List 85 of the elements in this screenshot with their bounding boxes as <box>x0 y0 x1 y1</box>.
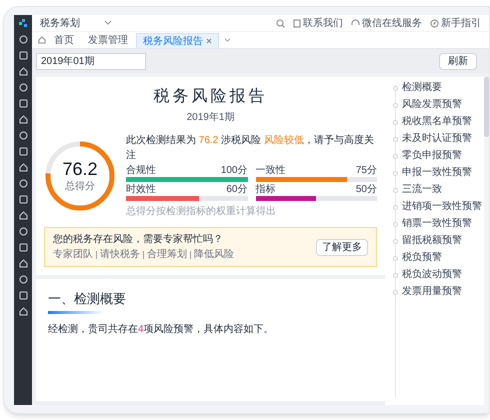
bullet-icon <box>393 154 398 158</box>
heading-underline <box>48 310 104 314</box>
circle-icon[interactable] <box>18 83 28 92</box>
banner-question: 您的税务存在风险，需要专家帮忙吗？ <box>53 232 224 247</box>
square-icon[interactable] <box>18 243 28 252</box>
outline-item[interactable]: 进销项一致性预警 <box>402 200 482 214</box>
tab[interactable]: 税务风险报告 <box>136 33 219 48</box>
chevron-down-icon[interactable] <box>224 38 231 43</box>
square-icon[interactable] <box>18 195 28 204</box>
bullet-icon <box>393 120 398 124</box>
outline-item[interactable]: 发票用量预警 <box>402 285 462 299</box>
bullet-icon <box>393 222 398 226</box>
circle-icon[interactable] <box>18 275 28 284</box>
square-icon[interactable] <box>18 99 28 108</box>
banner-tag: 降低风险 <box>194 247 234 262</box>
bullet-icon <box>393 256 398 260</box>
metric-score: 100分 <box>220 165 248 177</box>
circle-icon[interactable] <box>18 131 28 140</box>
square-icon[interactable] <box>18 51 28 60</box>
house-icon[interactable] <box>18 211 28 220</box>
metric-score: 50分 <box>356 184 377 196</box>
bullet-icon <box>393 238 398 244</box>
bullet-icon <box>393 86 398 90</box>
document-icon <box>293 18 301 28</box>
outline-item[interactable]: 检测概要 <box>402 81 442 95</box>
bullet-icon <box>393 170 398 176</box>
score-note: 总得分按检测指标的权重计算得出 <box>126 204 277 219</box>
refresh-button[interactable]: 刷新 <box>439 52 477 70</box>
outline-item[interactable]: 申报一致性预警 <box>402 166 472 180</box>
outline-item[interactable]: 未及时认证预警 <box>402 132 472 146</box>
outline-item[interactable]: 风险发票预警 <box>402 98 462 112</box>
house-icon[interactable] <box>18 163 28 172</box>
summary-text: 此次检测结果为 76.2 涉税风险 风险较低，请予与高度关注 <box>126 134 375 163</box>
report-period: 2019年1期 <box>186 110 234 125</box>
outline-item[interactable]: 销票一致性预警 <box>402 217 472 231</box>
logo-icon <box>18 19 28 28</box>
metric-name: 合规性 <box>126 165 156 177</box>
metric-name: 指标 <box>256 184 276 196</box>
outline-item[interactable]: 三流一致 <box>402 183 442 197</box>
metric-score: 75分 <box>356 165 377 177</box>
circle-icon[interactable] <box>18 35 28 44</box>
house-icon[interactable] <box>18 67 28 76</box>
bullet-icon <box>393 290 398 294</box>
banner-tag: 专家团队 <box>53 247 93 262</box>
bullet-icon <box>393 204 398 210</box>
bullet-icon <box>393 188 398 192</box>
chevron-down-icon[interactable] <box>104 20 112 26</box>
bullet-icon <box>393 102 398 108</box>
score-label: 总得分 <box>65 180 95 194</box>
header-link[interactable]: 新手指引 <box>441 16 481 30</box>
house-icon[interactable] <box>18 115 28 124</box>
outline-item[interactable]: 零负申报预警 <box>402 149 462 163</box>
metric-score: 60分 <box>226 184 248 196</box>
header-link[interactable]: 联系我们 <box>303 16 343 30</box>
outline-item[interactable]: 税负预警 <box>402 251 442 265</box>
score-value: 76.2 <box>62 158 98 178</box>
search-icon[interactable] <box>276 18 285 28</box>
compass-icon <box>430 18 439 28</box>
section-text: 经检测，贵司共存在4项风险预警，具体内容如下。 <box>48 322 275 336</box>
square-icon[interactable] <box>18 291 28 300</box>
outline-item[interactable]: 税收黑名单预警 <box>402 115 472 129</box>
banner-tag: 合理筹划 <box>147 247 187 262</box>
house-icon[interactable] <box>18 307 28 316</box>
bullet-icon <box>393 272 398 278</box>
banner-tag: 请快税务 <box>100 247 140 262</box>
close-icon[interactable] <box>206 38 212 44</box>
section-heading: 一、检测概要 <box>48 290 127 308</box>
tab[interactable]: 发票管理 <box>82 33 134 48</box>
learn-more-button[interactable]: 了解更多 <box>316 238 368 256</box>
tab[interactable]: 首页 <box>48 33 80 48</box>
header-link[interactable]: 微信在线服务 <box>362 16 422 30</box>
circle-icon[interactable] <box>18 227 28 236</box>
period-field[interactable]: 2019年01期 <box>36 52 146 70</box>
report-title: 税务风险报告 <box>154 86 268 107</box>
metric-name: 一致性 <box>256 165 286 177</box>
house-icon[interactable] <box>18 259 28 268</box>
metric-name: 时效性 <box>126 184 156 196</box>
square-icon[interactable] <box>18 147 28 156</box>
outline-item[interactable]: 留抵税额预警 <box>402 234 462 248</box>
scrollbar[interactable] <box>484 77 489 405</box>
outline-item[interactable]: 税负波动预警 <box>402 268 462 282</box>
app-name: 税务筹划 <box>40 16 80 30</box>
home-icon <box>38 36 46 44</box>
circle-icon[interactable] <box>18 179 28 188</box>
bullet-icon <box>393 136 398 142</box>
